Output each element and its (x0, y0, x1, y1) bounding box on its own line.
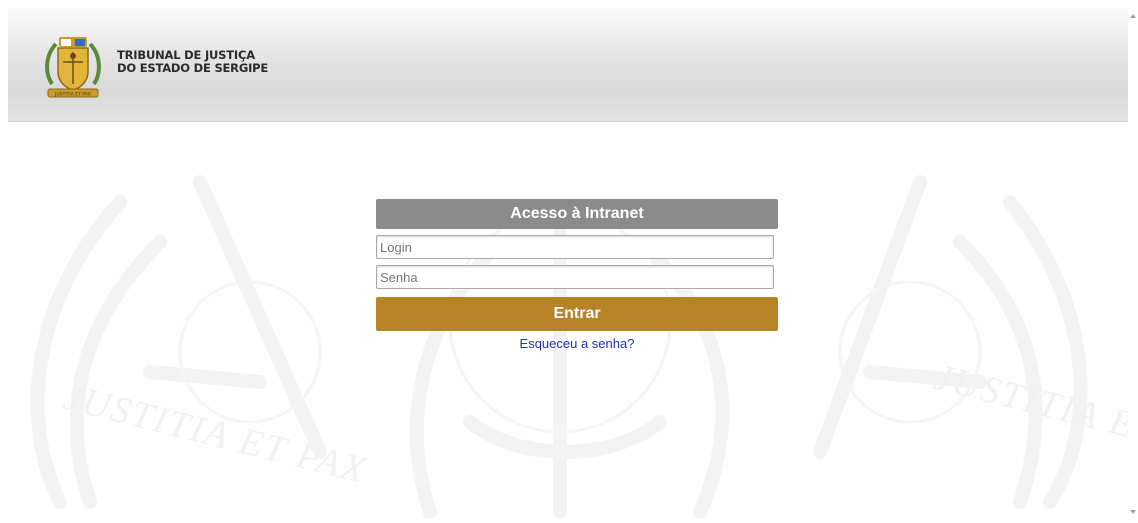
password-input[interactable] (376, 265, 774, 289)
submit-button[interactable]: Entrar (376, 297, 778, 331)
tjse-coat-of-arms-logo[interactable]: JUSTITIA ET PAX (44, 34, 102, 100)
org-name-line2: DO ESTADO DE SERGIPE (117, 61, 269, 75)
top-spacer (0, 0, 1128, 8)
login-title: Acesso à Intranet (376, 199, 778, 229)
site-header: JUSTITIA ET PAX TRIBUNAL DE JUSTIÇA DO E… (8, 8, 1128, 122)
scroll-up-icon[interactable] (1130, 14, 1136, 18)
coat-of-arms-icon: JUSTITIA ET PAX (45, 37, 101, 98)
forgot-password-link[interactable]: Esqueceu a senha? (376, 336, 778, 351)
organization-name: TRIBUNAL DE JUSTIÇA DO ESTADO DE SERGIPE (117, 49, 268, 75)
login-input[interactable] (376, 235, 774, 259)
scroll-down-icon[interactable] (1130, 510, 1136, 514)
login-panel: Acesso à Intranet Entrar Esqueceu a senh… (376, 199, 778, 351)
vertical-scrollbar[interactable] (1128, 0, 1138, 518)
svg-text:JUSTITIA ET PAX: JUSTITIA ET PAX (54, 92, 91, 98)
